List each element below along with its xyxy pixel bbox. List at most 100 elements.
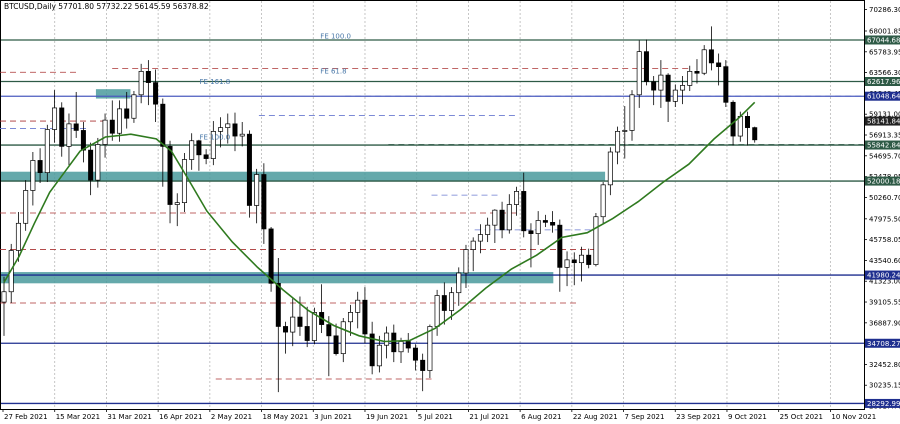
candle-body bbox=[167, 146, 173, 205]
y-tick-label: 56913.35 bbox=[869, 131, 900, 139]
y-tick-label: 32452.80 bbox=[869, 361, 900, 369]
candle-body bbox=[485, 224, 491, 235]
candle-body bbox=[542, 220, 548, 223]
candle-body bbox=[52, 107, 58, 130]
candle-body bbox=[492, 209, 498, 226]
y-tick-label: 45758.05 bbox=[869, 236, 900, 244]
candle-body bbox=[752, 127, 758, 141]
candle-body bbox=[261, 174, 267, 230]
candle-body bbox=[153, 82, 159, 105]
candle-body bbox=[607, 151, 613, 186]
y-tick-label: 39105.55 bbox=[869, 299, 900, 307]
candle-body bbox=[550, 222, 556, 226]
candle-body bbox=[528, 230, 534, 234]
candle-body bbox=[355, 299, 361, 313]
price-chart: FE 100.0 FE 61.8 FE 161.8 FE 100.0 70286.30… bbox=[0, 0, 900, 421]
x-tick-label: 31 Mar 2021 bbox=[107, 413, 151, 421]
candle-body bbox=[578, 254, 584, 264]
candle-body bbox=[311, 312, 317, 341]
candle-body bbox=[745, 116, 751, 128]
candle-body bbox=[124, 108, 130, 119]
candle-body bbox=[145, 70, 151, 83]
candle-body bbox=[80, 130, 86, 151]
fib-label: FE 100.0 bbox=[320, 32, 351, 40]
candle-body bbox=[232, 123, 238, 137]
candle-body bbox=[88, 149, 94, 181]
candle-body bbox=[116, 108, 122, 134]
x-tick-label: 21 Jul 2021 bbox=[469, 413, 509, 421]
candle-body bbox=[701, 49, 707, 74]
x-tick-label: 9 Oct 2021 bbox=[728, 413, 767, 421]
x-tick-label: 7 Sep 2021 bbox=[625, 413, 665, 421]
y-tick-label: 36887.90 bbox=[869, 319, 900, 327]
candle-body bbox=[347, 312, 353, 323]
time-axis: 27 Feb 2021 15 Mar 2021 31 Mar 2021 16 Apr … bbox=[2, 409, 876, 421]
candle-body bbox=[283, 326, 289, 333]
price-box-label: 62617.96 bbox=[867, 78, 900, 86]
price-box-label: 41980.24 bbox=[867, 272, 900, 280]
x-tick-label: 19 Jun 2021 bbox=[366, 413, 408, 421]
candle-body bbox=[15, 222, 21, 251]
candle-body bbox=[203, 154, 209, 159]
candle-body bbox=[297, 316, 303, 327]
chart-title: BTCUSD,Daily 57701.80 57732.22 56145.59 … bbox=[4, 2, 209, 11]
x-tick-label: 15 Mar 2021 bbox=[56, 413, 100, 421]
candle-body bbox=[290, 316, 296, 333]
candle-body bbox=[398, 341, 404, 353]
y-tick-label: 43540.60 bbox=[869, 257, 900, 265]
price-box-label: 52000.18 bbox=[867, 178, 900, 186]
candle-body bbox=[737, 116, 743, 137]
candle-body bbox=[434, 295, 440, 327]
candle-body bbox=[680, 85, 686, 91]
candle-body bbox=[514, 191, 520, 205]
candle-body bbox=[427, 326, 433, 371]
price-box-label: 28292.99 bbox=[867, 400, 900, 408]
x-tick-label: 3 Jun 2021 bbox=[314, 413, 352, 421]
x-tick-label: 22 Aug 2021 bbox=[573, 413, 618, 421]
candle-body bbox=[73, 123, 79, 131]
candle-body bbox=[463, 249, 469, 274]
candle-body bbox=[636, 51, 642, 96]
candle-body bbox=[246, 133, 252, 206]
candle-body bbox=[622, 130, 628, 132]
y-tick-label: 30235.15 bbox=[869, 382, 900, 390]
candle-body bbox=[600, 184, 606, 218]
candle-body bbox=[651, 81, 657, 91]
x-tick-label: 18 May 2021 bbox=[263, 413, 309, 421]
candle-body bbox=[131, 94, 137, 119]
candle-body bbox=[181, 159, 187, 204]
candle-body bbox=[275, 282, 281, 327]
candle-body bbox=[174, 202, 180, 205]
candle-body bbox=[723, 66, 729, 103]
y-tick-label: 50260.70 bbox=[869, 194, 900, 202]
candle-body bbox=[304, 326, 310, 341]
candle-body bbox=[658, 74, 664, 91]
candle-body bbox=[59, 107, 65, 147]
candle-body bbox=[333, 335, 339, 355]
candle-body bbox=[225, 123, 231, 128]
price-box-label: 61048.64 bbox=[867, 93, 900, 101]
x-tick-label: 6 Aug 2021 bbox=[521, 413, 561, 421]
fib-label: FE 61.8 bbox=[320, 68, 346, 76]
candle-body bbox=[716, 62, 722, 68]
candle-body bbox=[102, 119, 108, 145]
y-tick-label: 70286.30 bbox=[869, 6, 900, 14]
candle-body bbox=[499, 209, 505, 231]
x-tick-label: 23 Sep 2021 bbox=[676, 413, 720, 421]
candle-body bbox=[643, 51, 649, 83]
candle-body bbox=[470, 240, 476, 250]
candle-body bbox=[477, 234, 483, 242]
y-tick-label: 68001.85 bbox=[869, 27, 900, 35]
y-tick-label: 47975.50 bbox=[869, 215, 900, 223]
candle-body bbox=[44, 129, 50, 173]
candle-body bbox=[449, 292, 455, 311]
price-axis: 70286.3068001.8565783.9563566.3061348.45… bbox=[864, 6, 900, 411]
price-box-label: 67044.68 bbox=[867, 36, 900, 44]
candle-body bbox=[254, 174, 260, 206]
candle-body bbox=[30, 160, 36, 191]
candle-body bbox=[1, 291, 7, 303]
candle-body bbox=[730, 101, 736, 137]
candle-body bbox=[593, 216, 599, 265]
candle-body bbox=[557, 224, 563, 268]
y-tick-label: 63566.30 bbox=[869, 69, 900, 77]
